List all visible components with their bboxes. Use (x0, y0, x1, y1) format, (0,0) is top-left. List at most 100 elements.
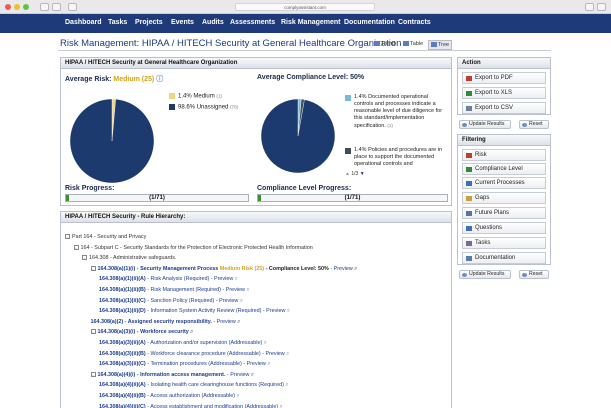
tree-node-code: 164.308(a)(3)(ii)(B) (99, 350, 146, 357)
nav-documentation[interactable]: Documentation (344, 19, 395, 26)
tree-node-preview-link[interactable]: - Preview (222, 287, 244, 293)
filter-future-plans-label: Future Plans (475, 210, 510, 216)
tree-node-preview-link[interactable]: - Preview (243, 361, 265, 367)
reset-button-bottom[interactable]: Reset (519, 270, 549, 279)
export-csv-button[interactable]: Export to CSV (462, 102, 546, 114)
risk-pie-slice-unassigned[interactable] (69, 98, 155, 184)
search-icon[interactable]: ⌕ (278, 404, 283, 408)
compliance-pie-slice-other[interactable] (260, 98, 336, 174)
action-panel: Action Export to PDF Export to XLS Expor… (457, 57, 551, 115)
compliance-legend-swatch (345, 95, 351, 101)
pager-prev-icon[interactable]: ▲ (345, 171, 350, 177)
search-icon[interactable]: ⌕ (353, 266, 357, 272)
search-icon[interactable]: ⌕ (233, 276, 238, 282)
tree-node[interactable]: 164.308(a)(1)(ii)(A) - Risk Analysis (Re… (99, 276, 238, 283)
nav-assessments[interactable]: Assessments (230, 19, 275, 26)
tree-toggle-icon[interactable]: - (73, 244, 79, 250)
sidebar-toggle-icon[interactable] (68, 3, 77, 11)
nav-events[interactable]: Events (171, 19, 194, 26)
tree-node[interactable]: 164.308(a)(1)(ii)(C) - Sanction Policy (… (99, 298, 243, 305)
tree-toggle-icon[interactable]: - (82, 255, 87, 261)
maximize-window-icon[interactable] (23, 4, 29, 10)
tree-node-code: 164.308(a)(1)(ii)(C) (99, 297, 146, 304)
search-icon[interactable]: ⌕ (285, 308, 290, 314)
filter-gaps[interactable]: Gaps (462, 192, 546, 204)
filter-tasks[interactable]: Tasks (462, 237, 546, 249)
export-xls-button[interactable]: Export to XLS (462, 87, 546, 99)
tree-node[interactable]: 164.308(a)(4)(ii)(A) - Isolating health … (99, 382, 288, 389)
back-icon[interactable] (40, 3, 49, 11)
search-icon[interactable]: ⌕ (189, 329, 193, 335)
search-icon[interactable]: ⌕ (236, 319, 240, 325)
summary-panel: HIPAA / HITECH Security at General Healt… (60, 57, 452, 206)
search-icon[interactable]: ⌕ (235, 393, 240, 399)
filter-gaps-label: Gaps (475, 195, 490, 201)
tree-toggle-icon[interactable]: - (90, 371, 96, 377)
tree-node[interactable]: 164.308(a)(3)(ii)(C) - Termination proce… (99, 361, 270, 368)
tree-node-label: Risk Management (Required) (150, 287, 221, 293)
view-tree[interactable]: Tree (428, 40, 453, 50)
tree-node[interactable]: 164.308(a)(4)(ii)(C) - Access establishm… (99, 404, 283, 408)
pager-next-icon[interactable]: ▼ (360, 171, 365, 177)
view-table[interactable]: Table (401, 40, 425, 48)
tree-node-preview-link[interactable]: - Preview (211, 276, 233, 282)
tree-node[interactable]: -164.308(a)(1)(i) - Security Management … (90, 265, 357, 273)
search-icon[interactable]: ⌕ (285, 351, 289, 357)
filter-risk[interactable]: Risk (462, 149, 546, 161)
forward-icon[interactable] (52, 3, 61, 11)
update-results-button-bottom[interactable]: Update Results (459, 270, 511, 279)
nav-audits[interactable]: Audits (202, 19, 224, 26)
tree-node-preview-link[interactable]: - Preview (330, 266, 352, 272)
tree-node[interactable]: -164.308(a)(3)(i) - Workforce security ⌕ (90, 329, 193, 336)
tree-node-preview-link[interactable]: - Preview (213, 319, 235, 325)
reset-button-top[interactable]: Reset (519, 120, 549, 129)
search-icon[interactable]: ⌕ (245, 287, 249, 293)
tree-node-preview-link[interactable]: - Preview (216, 298, 238, 304)
new-tab-icon[interactable] (597, 3, 606, 11)
risk-progress-value: (1/71) (149, 195, 165, 201)
tree-toggle-icon[interactable]: - (65, 234, 70, 240)
tasks-icon (466, 240, 472, 246)
search-icon[interactable]: ⌕ (262, 340, 267, 346)
nav-risk-management[interactable]: Risk Management (281, 19, 341, 26)
nav-contracts[interactable]: Contracts (398, 19, 431, 26)
tree-node[interactable]: 164.308(a)(3)(ii)(A) - Authorization and… (99, 340, 267, 347)
share-icon[interactable] (585, 3, 594, 11)
filter-documentation[interactable]: Documentation (462, 252, 546, 264)
address-bar[interactable]: complyassistant.com (235, 3, 375, 11)
tree-node-preview-link[interactable]: - Preview (262, 351, 284, 357)
tree-node[interactable]: 164.308(a)(4)(ii)(B) - Access authorizat… (99, 393, 240, 400)
tree-node[interactable]: -164.308(a)(4)(i) - Information access m… (90, 371, 254, 379)
filter-questions[interactable]: Questions (462, 222, 546, 234)
search-icon[interactable]: ⌕ (266, 361, 270, 367)
minimize-window-icon[interactable] (14, 4, 20, 10)
export-pdf-button[interactable]: Export to PDF (462, 72, 546, 84)
tree-node[interactable]: 164.308(a)(1)(ii)(B) - Risk Management (… (99, 287, 249, 294)
tree-toggle-icon[interactable]: - (90, 265, 96, 271)
view-trend[interactable]: Trend (372, 40, 397, 48)
info-icon: ⓘ (156, 76, 164, 83)
filter-future-plans[interactable]: Future Plans (462, 207, 546, 219)
search-icon[interactable]: ⌕ (249, 372, 254, 378)
close-window-icon[interactable] (5, 4, 11, 10)
compliance-legend-text: 1.4% Documented operational controls and… (354, 94, 443, 129)
tree-node-preview-link[interactable]: - Preview (227, 372, 249, 378)
filter-current-processes[interactable]: Current Processes (462, 177, 546, 189)
filter-compliance-level[interactable]: Compliance Level (462, 163, 546, 175)
search-icon[interactable]: ⌕ (284, 382, 288, 388)
tree-node[interactable]: -164.308 - Administrative safeguards. (82, 255, 177, 261)
tree-node[interactable]: 164.308(a)(3)(ii)(B) - Workforce clearan… (99, 351, 289, 358)
tree-node[interactable]: -164 - Subpart C - Security Standards fo… (73, 244, 313, 251)
tree-node[interactable]: 164.308(a)(2) - Assigned security respon… (91, 319, 241, 326)
tree-node[interactable]: 164.308(a)(1)(ii)(D) - Information Syste… (99, 308, 290, 315)
nav-tasks[interactable]: Tasks (108, 19, 127, 26)
tree-node-preview-link[interactable]: - Preview (263, 308, 285, 314)
search-icon[interactable]: ⌕ (238, 298, 243, 304)
compliance-progress-fill (258, 195, 261, 201)
nav-dashboard[interactable]: Dashboard (65, 19, 102, 26)
tree-node-label: Isolating health care clearinghouse func… (150, 382, 284, 389)
tree-node[interactable]: - Part 164 - Security and Privacy (65, 234, 146, 240)
update-results-button-top[interactable]: Update Results (459, 120, 511, 129)
tree-toggle-icon[interactable]: - (90, 329, 96, 335)
nav-projects[interactable]: Projects (135, 19, 163, 26)
